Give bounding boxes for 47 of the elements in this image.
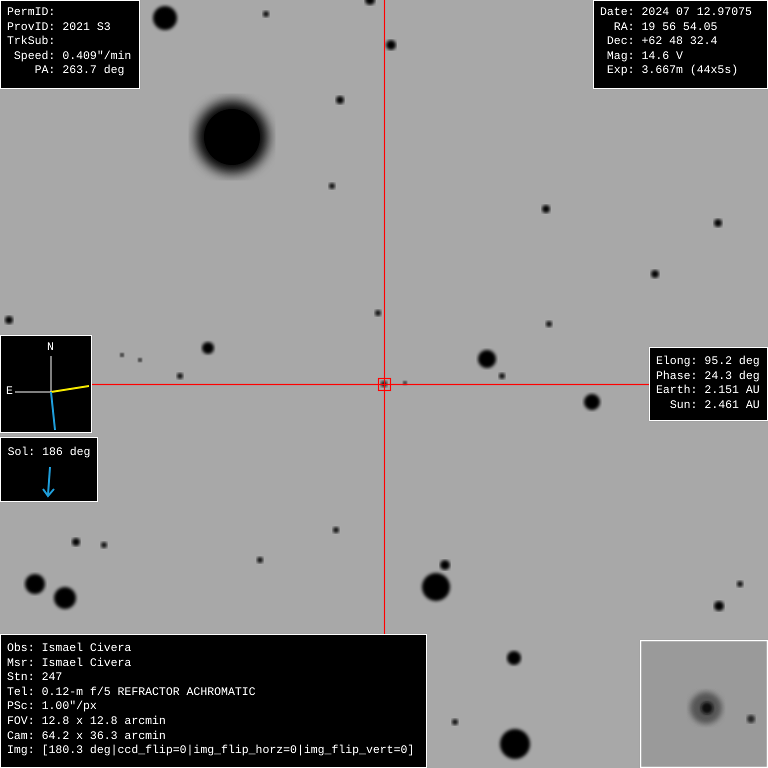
info-value: 14.6 V (642, 50, 684, 64)
info-label: Sun: (668, 398, 698, 414)
east-label: E (6, 385, 13, 400)
info-label: PermID: (7, 6, 56, 21)
info-value: 2021 S3 (62, 20, 112, 36)
info-label: Earth: (656, 384, 698, 399)
info-value: [180.3 deg|ccd_flip=0|img_flip_horz=0|img_flip_vert=0] (42, 744, 414, 759)
info-label: Msr: (7, 656, 35, 672)
info-value: 0.12-m f/5 REFRACTOR ACHROMATIC (42, 686, 257, 700)
info-label: Date: (600, 6, 635, 21)
info-label: FOV: (7, 714, 35, 730)
info-value: Ismael Civera (42, 656, 132, 672)
info-label: Tel: (7, 686, 35, 700)
info-value: Ismael Civera (42, 642, 132, 657)
target-box (378, 378, 392, 392)
info-label: Img: (7, 744, 35, 759)
info-label: Elong: (656, 355, 698, 370)
info-label: Stn: (7, 671, 35, 686)
info-value: 2.461 AU (704, 398, 760, 414)
info-label: Phase: (656, 370, 698, 384)
info-value: 64.2 x 36.3 arcmin (42, 730, 167, 744)
info-value: 1.00"/px (42, 700, 98, 715)
north-label: N (47, 341, 54, 356)
info-label: ProvID: (7, 20, 56, 36)
info-label: PSc: (7, 700, 35, 715)
info-value: 263.7 deg (62, 64, 126, 79)
arrow-icon (42, 466, 56, 498)
info-value: 19 56 54.05 (642, 20, 718, 36)
info-label: RA: (612, 20, 635, 36)
info-label: Speed: (12, 50, 56, 64)
info-label: Cam: (7, 730, 35, 744)
info-value: +62 48 32.4 (642, 35, 718, 50)
info-label: Exp: (606, 64, 635, 79)
info-value: 24.3 deg (704, 370, 760, 384)
solar-angle-text: Sol: 186 deg (8, 446, 90, 461)
info-value: 3.667m (44x5s) (642, 64, 740, 79)
info-value: 2.151 AU (704, 384, 760, 399)
info-value: 0.409"/min (62, 50, 132, 64)
info-value: 247 (42, 671, 64, 686)
info-label: PA: (34, 64, 56, 79)
info-label: Mag: (606, 50, 635, 64)
info-label: Dec: (606, 35, 635, 50)
info-value: 12.8 x 12.8 arcmin (42, 714, 167, 730)
info-value: 2024 07 12.97075 (642, 6, 752, 21)
info-value: 95.2 deg (704, 355, 760, 370)
info-label: Obs: (7, 642, 35, 657)
info-label: TrkSub: (7, 35, 56, 50)
